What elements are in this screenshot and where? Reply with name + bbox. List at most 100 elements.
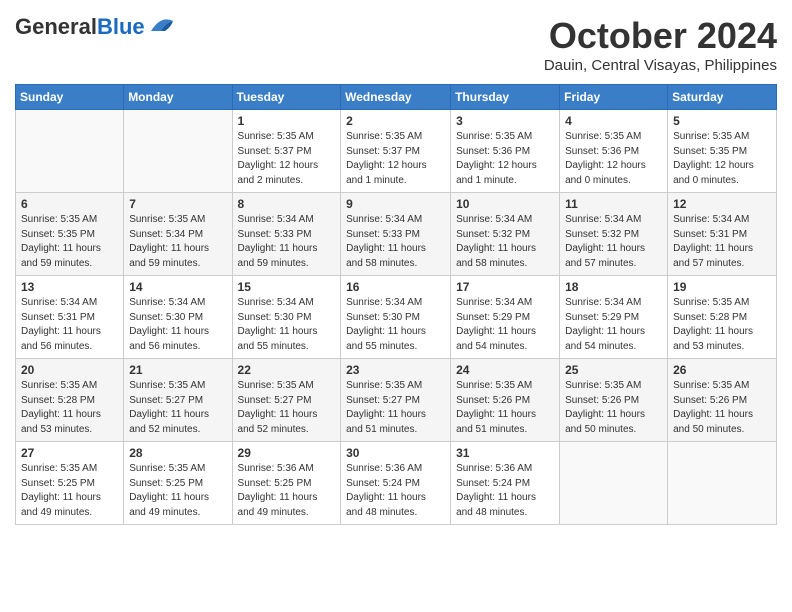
day-number: 6 <box>21 197 118 211</box>
calendar-cell: 25 Sunrise: 5:35 AMSunset: 5:26 PMDayligh… <box>560 359 668 442</box>
day-info: Sunrise: 5:35 AMSunset: 5:27 PMDaylight:… <box>238 379 336 437</box>
day-number: 3 <box>456 114 554 128</box>
day-number: 20 <box>21 363 118 377</box>
calendar-week-1: 1 Sunrise: 5:35 AMSunset: 5:37 PMDaylight… <box>16 110 777 193</box>
col-header-tuesday: Tuesday <box>232 85 341 110</box>
col-header-sunday: Sunday <box>16 85 124 110</box>
day-number: 4 <box>565 114 662 128</box>
calendar-cell: 19Sunrise: 5:35 AMSunset: 5:28 PMDayligh… <box>668 276 777 359</box>
day-number: 15 <box>238 280 336 294</box>
calendar-cell: 13 Sunrise: 5:34 AMSunset: 5:31 PMDayligh… <box>16 276 124 359</box>
day-number: 13 <box>21 280 118 294</box>
day-info: Sunrise: 5:35 AMSunset: 5:27 PMDaylight:… <box>346 379 445 437</box>
calendar-header-row: SundayMondayTuesdayWednesdayThursdayFrid… <box>16 85 777 110</box>
logo-text: GeneralBlue <box>15 15 145 39</box>
calendar-cell: 29Sunrise: 5:36 AMSunset: 5:25 PMDayligh… <box>232 442 341 525</box>
day-info: Sunrise: 5:35 AMSunset: 5:37 PMDaylight:… <box>238 130 336 188</box>
day-info: Sunrise: 5:35 AMSunset: 5:25 PMDaylight:… <box>21 462 118 520</box>
day-info: Sunrise: 5:34 AMSunset: 5:33 PMDaylight:… <box>346 213 445 271</box>
calendar-cell: 23 Sunrise: 5:35 AMSunset: 5:27 PMDayligh… <box>341 359 451 442</box>
calendar-cell: 15Sunrise: 5:34 AMSunset: 5:30 PMDayligh… <box>232 276 341 359</box>
day-info: Sunrise: 5:34 AMSunset: 5:30 PMDaylight:… <box>346 296 445 354</box>
calendar-cell: 6 Sunrise: 5:35 AMSunset: 5:35 PMDaylight… <box>16 193 124 276</box>
calendar-cell: 9 Sunrise: 5:34 AMSunset: 5:33 PMDaylight… <box>341 193 451 276</box>
calendar-cell: 26 Sunrise: 5:35 AMSunset: 5:26 PMDayligh… <box>668 359 777 442</box>
day-info: Sunrise: 5:34 AMSunset: 5:31 PMDaylight:… <box>673 213 771 271</box>
page-header: GeneralBlue October 2024 Dauin, Central … <box>15 15 777 74</box>
calendar-cell: 10Sunrise: 5:34 AMSunset: 5:32 PMDayligh… <box>451 193 560 276</box>
day-info: Sunrise: 5:34 AMSunset: 5:29 PMDaylight:… <box>565 296 662 354</box>
day-info: Sunrise: 5:35 AMSunset: 5:27 PMDaylight:… <box>129 379 226 437</box>
calendar-week-4: 20Sunrise: 5:35 AMSunset: 5:28 PMDayligh… <box>16 359 777 442</box>
calendar-cell: 11Sunrise: 5:34 AMSunset: 5:32 PMDayligh… <box>560 193 668 276</box>
calendar-week-3: 13 Sunrise: 5:34 AMSunset: 5:31 PMDayligh… <box>16 276 777 359</box>
day-info: Sunrise: 5:36 AMSunset: 5:24 PMDaylight:… <box>346 462 445 520</box>
day-number: 21 <box>129 363 226 377</box>
day-number: 8 <box>238 197 336 211</box>
calendar-cell: 16Sunrise: 5:34 AMSunset: 5:30 PMDayligh… <box>341 276 451 359</box>
calendar-cell: 22Sunrise: 5:35 AMSunset: 5:27 PMDayligh… <box>232 359 341 442</box>
day-info: Sunrise: 5:35 AMSunset: 5:26 PMDaylight:… <box>565 379 662 437</box>
title-block: October 2024 Dauin, Central Visayas, Phi… <box>544 15 777 74</box>
calendar-cell: 12 Sunrise: 5:34 AMSunset: 5:31 PMDayligh… <box>668 193 777 276</box>
calendar-cell: 4 Sunrise: 5:35 AMSunset: 5:36 PMDaylight… <box>560 110 668 193</box>
calendar-cell <box>16 110 124 193</box>
calendar-cell: 24 Sunrise: 5:35 AMSunset: 5:26 PMDayligh… <box>451 359 560 442</box>
calendar-cell: 1 Sunrise: 5:35 AMSunset: 5:37 PMDaylight… <box>232 110 341 193</box>
calendar-cell: 20Sunrise: 5:35 AMSunset: 5:28 PMDayligh… <box>16 359 124 442</box>
calendar-cell: 30Sunrise: 5:36 AMSunset: 5:24 PMDayligh… <box>341 442 451 525</box>
calendar-body: 1 Sunrise: 5:35 AMSunset: 5:37 PMDaylight… <box>16 110 777 525</box>
day-number: 5 <box>673 114 771 128</box>
calendar-cell <box>668 442 777 525</box>
day-number: 23 <box>346 363 445 377</box>
day-number: 2 <box>346 114 445 128</box>
day-number: 29 <box>238 446 336 460</box>
calendar-cell: 31 Sunrise: 5:36 AMSunset: 5:24 PMDayligh… <box>451 442 560 525</box>
day-info: Sunrise: 5:36 AMSunset: 5:24 PMDaylight:… <box>456 462 554 520</box>
calendar-cell <box>560 442 668 525</box>
location-title: Dauin, Central Visayas, Philippines <box>544 57 777 74</box>
calendar-cell: 7 Sunrise: 5:35 AMSunset: 5:34 PMDaylight… <box>124 193 232 276</box>
day-info: Sunrise: 5:34 AMSunset: 5:32 PMDaylight:… <box>456 213 554 271</box>
day-number: 7 <box>129 197 226 211</box>
calendar-cell: 18Sunrise: 5:34 AMSunset: 5:29 PMDayligh… <box>560 276 668 359</box>
calendar-table: SundayMondayTuesdayWednesdayThursdayFrid… <box>15 84 777 525</box>
day-number: 14 <box>129 280 226 294</box>
calendar-cell: 21 Sunrise: 5:35 AMSunset: 5:27 PMDayligh… <box>124 359 232 442</box>
day-info: Sunrise: 5:34 AMSunset: 5:33 PMDaylight:… <box>238 213 336 271</box>
day-number: 9 <box>346 197 445 211</box>
day-number: 1 <box>238 114 336 128</box>
day-info: Sunrise: 5:35 AMSunset: 5:35 PMDaylight:… <box>21 213 118 271</box>
calendar-cell: 3 Sunrise: 5:35 AMSunset: 5:36 PMDaylight… <box>451 110 560 193</box>
day-number: 17 <box>456 280 554 294</box>
day-info: Sunrise: 5:35 AMSunset: 5:36 PMDaylight:… <box>456 130 554 188</box>
calendar-week-2: 6 Sunrise: 5:35 AMSunset: 5:35 PMDaylight… <box>16 193 777 276</box>
day-info: Sunrise: 5:35 AMSunset: 5:37 PMDaylight:… <box>346 130 445 188</box>
col-header-wednesday: Wednesday <box>341 85 451 110</box>
calendar-cell: 27Sunrise: 5:35 AMSunset: 5:25 PMDayligh… <box>16 442 124 525</box>
day-number: 24 <box>456 363 554 377</box>
calendar-cell <box>124 110 232 193</box>
day-info: Sunrise: 5:34 AMSunset: 5:31 PMDaylight:… <box>21 296 118 354</box>
day-info: Sunrise: 5:35 AMSunset: 5:26 PMDaylight:… <box>673 379 771 437</box>
calendar-cell: 17 Sunrise: 5:34 AMSunset: 5:29 PMDayligh… <box>451 276 560 359</box>
day-info: Sunrise: 5:34 AMSunset: 5:29 PMDaylight:… <box>456 296 554 354</box>
logo: GeneralBlue <box>15 15 175 39</box>
col-header-friday: Friday <box>560 85 668 110</box>
day-info: Sunrise: 5:35 AMSunset: 5:34 PMDaylight:… <box>129 213 226 271</box>
calendar-week-5: 27Sunrise: 5:35 AMSunset: 5:25 PMDayligh… <box>16 442 777 525</box>
col-header-monday: Monday <box>124 85 232 110</box>
day-number: 26 <box>673 363 771 377</box>
day-info: Sunrise: 5:35 AMSunset: 5:26 PMDaylight:… <box>456 379 554 437</box>
day-number: 28 <box>129 446 226 460</box>
col-header-saturday: Saturday <box>668 85 777 110</box>
day-number: 25 <box>565 363 662 377</box>
day-number: 12 <box>673 197 771 211</box>
day-number: 31 <box>456 446 554 460</box>
day-info: Sunrise: 5:35 AMSunset: 5:36 PMDaylight:… <box>565 130 662 188</box>
calendar-cell: 8 Sunrise: 5:34 AMSunset: 5:33 PMDaylight… <box>232 193 341 276</box>
day-info: Sunrise: 5:34 AMSunset: 5:32 PMDaylight:… <box>565 213 662 271</box>
calendar-cell: 5Sunrise: 5:35 AMSunset: 5:35 PMDaylight… <box>668 110 777 193</box>
col-header-thursday: Thursday <box>451 85 560 110</box>
month-title: October 2024 <box>544 15 777 57</box>
